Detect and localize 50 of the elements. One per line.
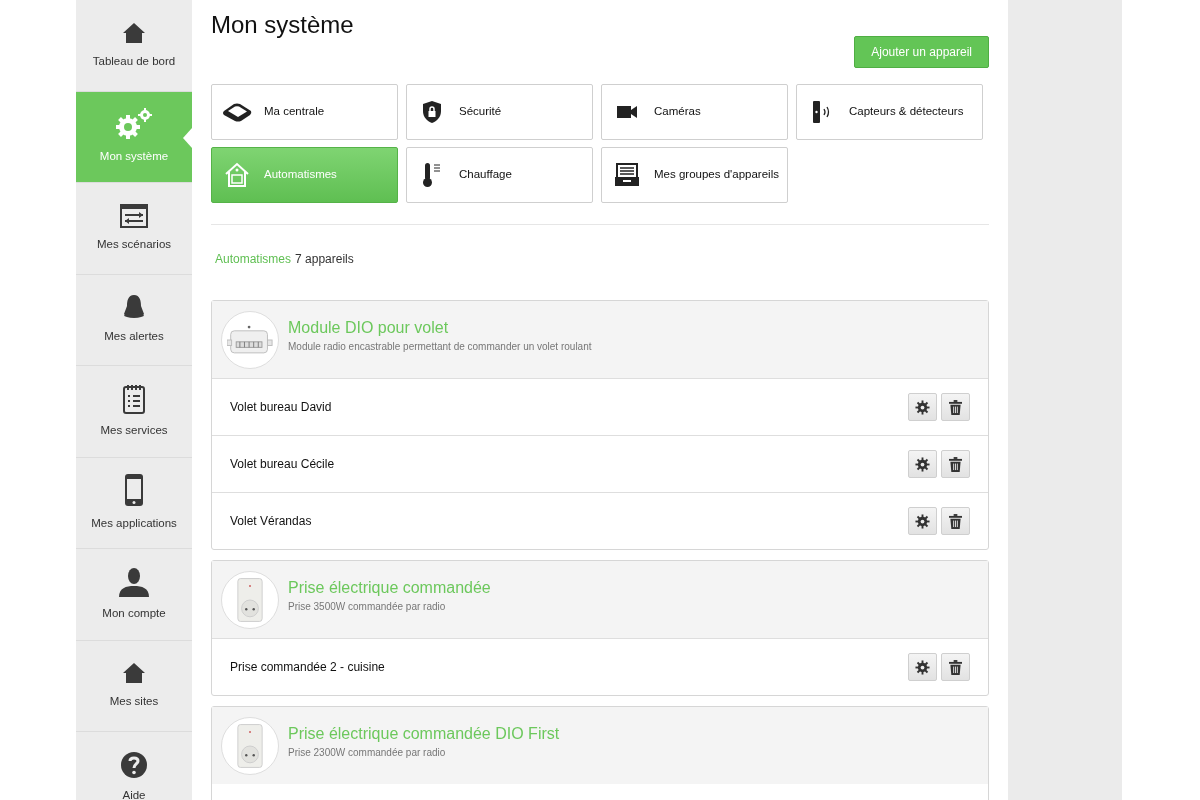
- trash-icon: [949, 456, 962, 472]
- gears-icon: [114, 108, 154, 141]
- house-icon: [122, 661, 146, 686]
- house-icon: [224, 162, 250, 188]
- category-tab[interactable]: Sécurité: [406, 84, 593, 140]
- device-type-title: Prise électrique commandée: [288, 578, 491, 598]
- settings-button[interactable]: [908, 393, 937, 421]
- sensor-icon: [812, 100, 832, 124]
- device-type-title: Prise électrique commandée DIO First: [288, 724, 560, 744]
- clipboard-icon: [122, 383, 146, 414]
- device-type-description: Module radio encastrable permettant de commander un volet roulant: [288, 340, 592, 354]
- delete-button[interactable]: [941, 653, 970, 681]
- help-icon: [120, 750, 148, 779]
- shield-lock-icon: [422, 100, 442, 124]
- drawer-icon: [614, 163, 640, 187]
- category-tab[interactable]: Capteurs & détecteurs: [796, 84, 983, 140]
- device-type-description: Prise 2300W commandée par radio: [288, 746, 447, 760]
- settings-button[interactable]: [908, 450, 937, 478]
- device-type-title: Module DIO pour volet: [288, 318, 450, 338]
- bell-icon: [122, 294, 146, 321]
- device-name: Volet bureau Cécile: [230, 456, 335, 473]
- person-icon: [118, 566, 150, 597]
- page-title: Mon système: [211, 11, 354, 39]
- settings-icon: [915, 456, 930, 472]
- category-tab[interactable]: Ma centrale: [211, 84, 398, 140]
- category-tab[interactable]: Mes groupes d'appareils: [601, 147, 788, 203]
- trash-icon: [949, 399, 962, 415]
- sliders-icon: [120, 203, 148, 228]
- device-name: Prise commandée 2 - cuisine: [230, 659, 385, 676]
- device-name: Volet Vérandas: [230, 513, 312, 530]
- camera-icon: [616, 105, 638, 119]
- phone-icon: [124, 473, 144, 508]
- trash-icon: [949, 659, 962, 675]
- device-count: 7 appareils: [295, 251, 354, 268]
- settings-icon: [915, 659, 930, 675]
- settings-icon: [915, 513, 930, 529]
- trash-icon: [949, 513, 962, 529]
- category-tab[interactable]: Caméras: [601, 84, 788, 140]
- delete-button[interactable]: [941, 393, 970, 421]
- delete-button[interactable]: [941, 450, 970, 478]
- device-name: Volet bureau David: [230, 399, 332, 416]
- category-tab[interactable]: Chauffage: [406, 147, 593, 203]
- delete-button[interactable]: [941, 507, 970, 535]
- settings-icon: [915, 399, 930, 415]
- device-type-description: Prise 3500W commandée par radio: [288, 600, 447, 614]
- hub-icon: [222, 102, 252, 122]
- house-icon: [122, 20, 146, 45]
- thermometer-icon: [422, 162, 442, 188]
- settings-button[interactable]: [908, 653, 937, 681]
- settings-button[interactable]: [908, 507, 937, 535]
